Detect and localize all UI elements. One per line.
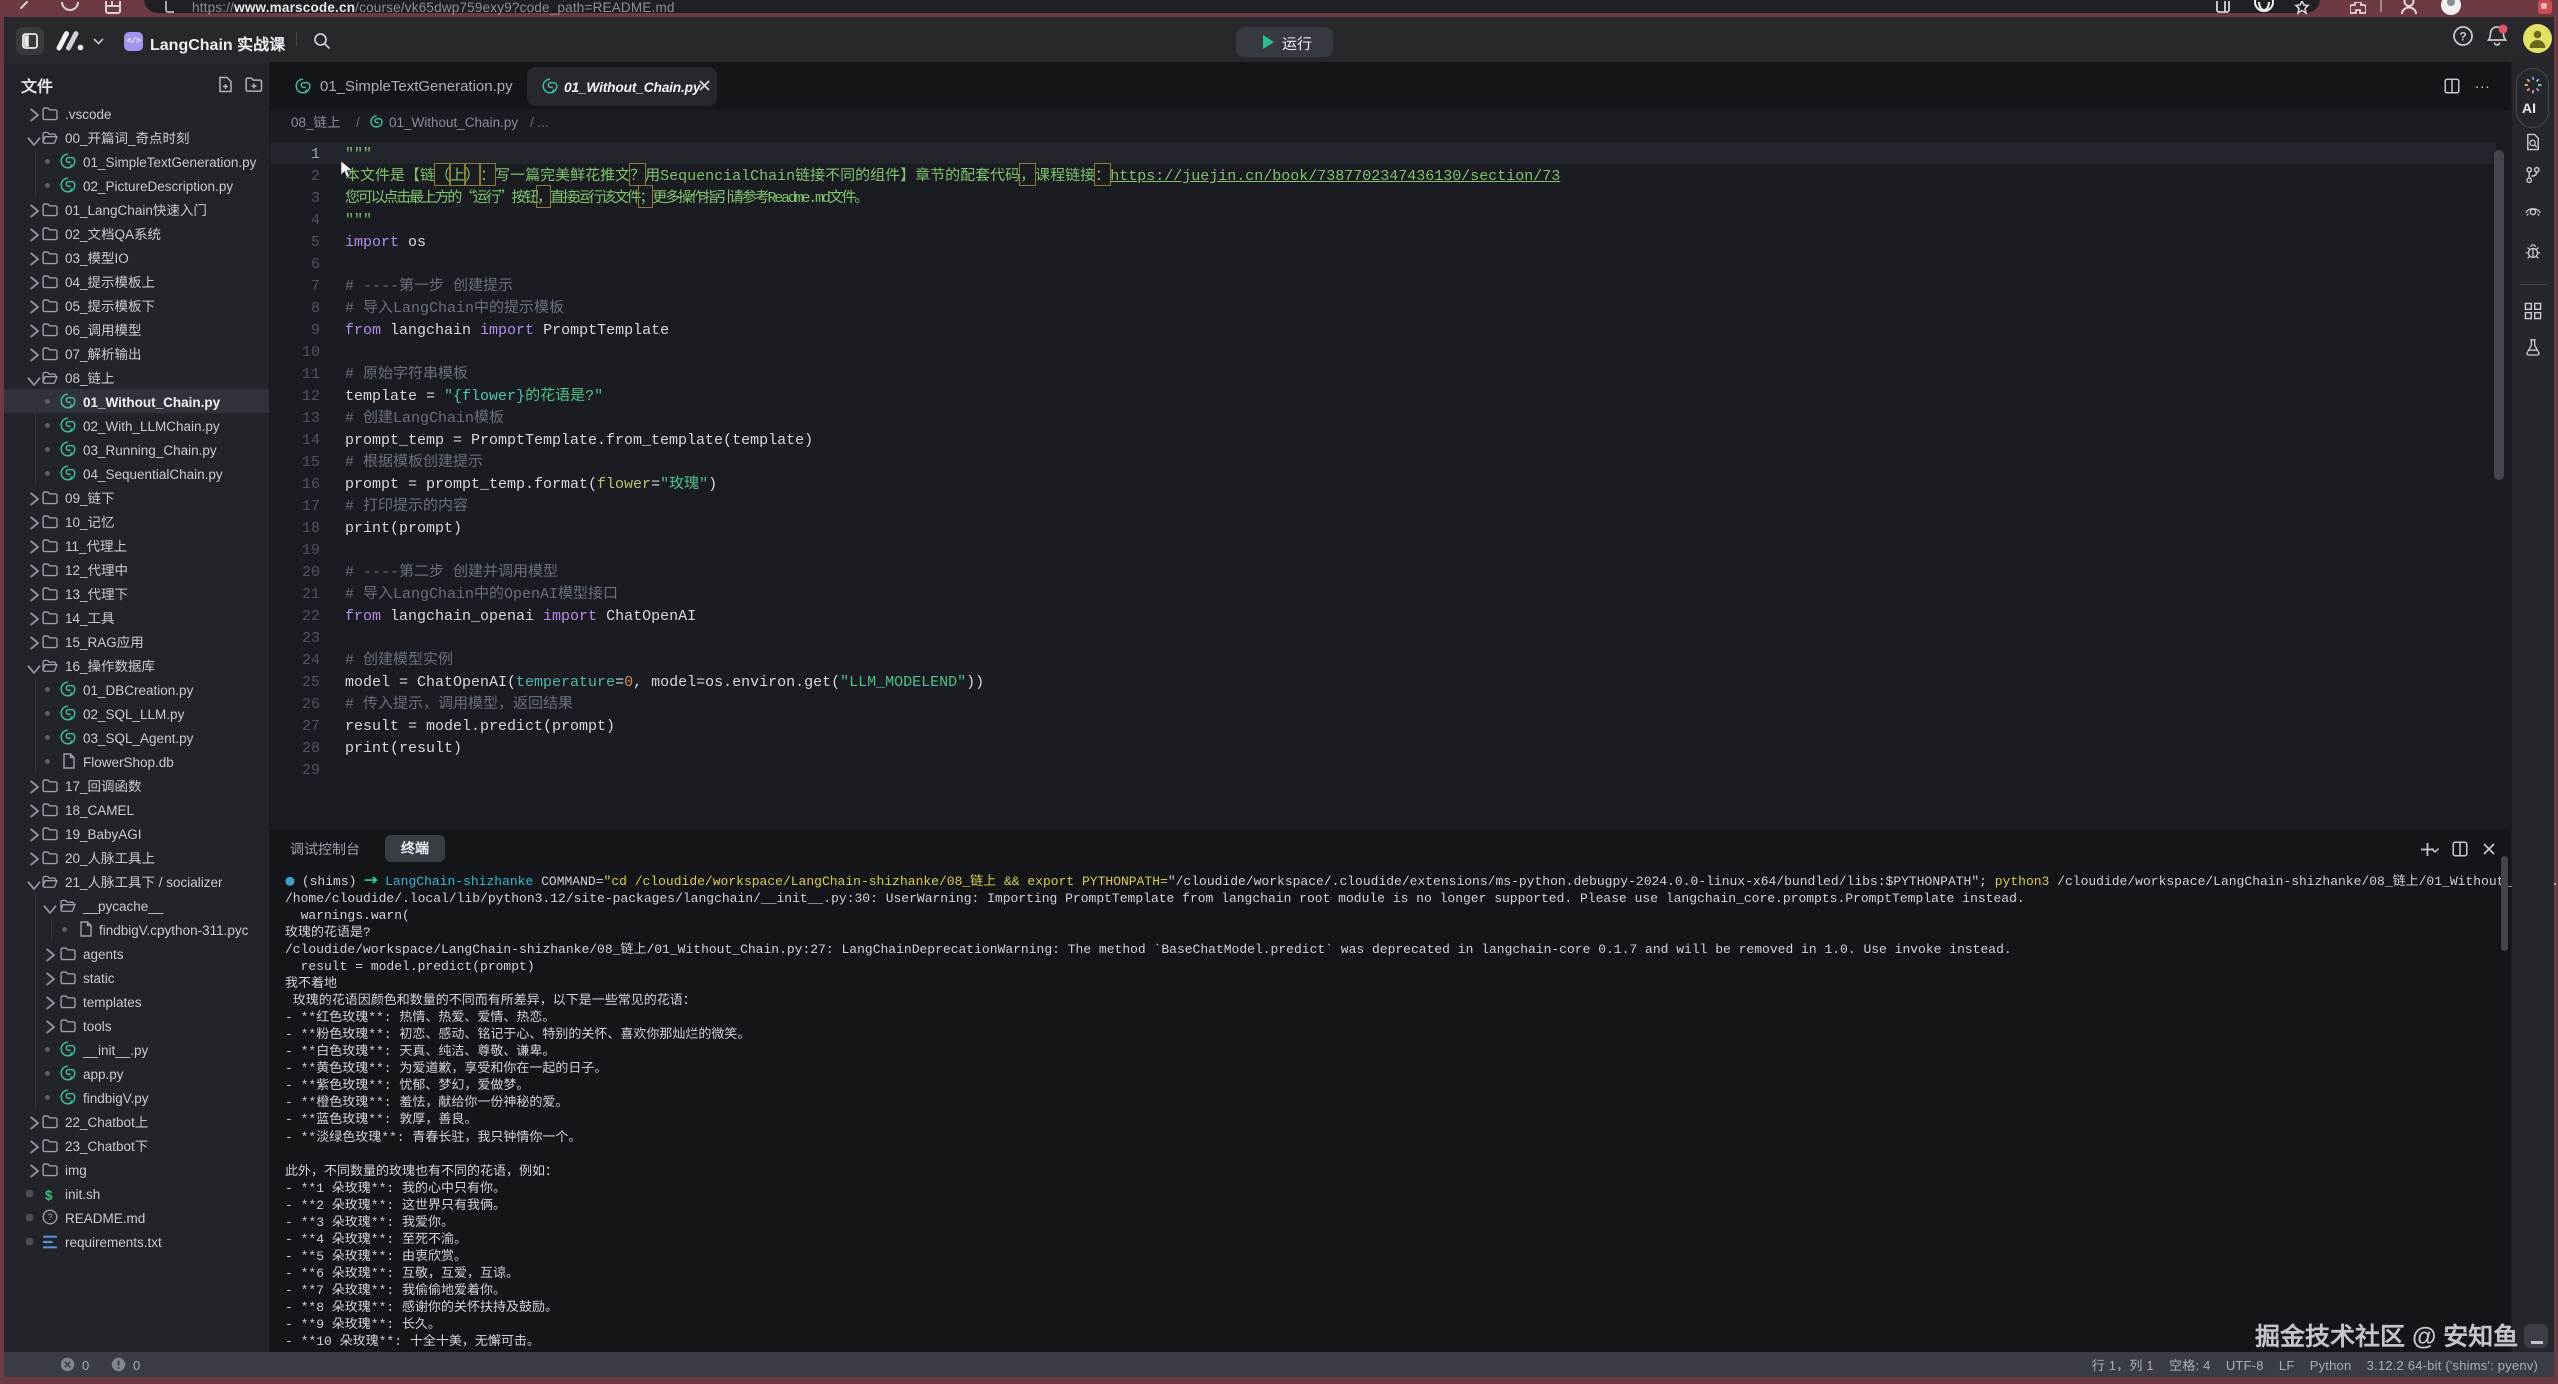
svg-text:?: ? [2459, 30, 2466, 44]
svg-text:?: ? [47, 1212, 52, 1223]
